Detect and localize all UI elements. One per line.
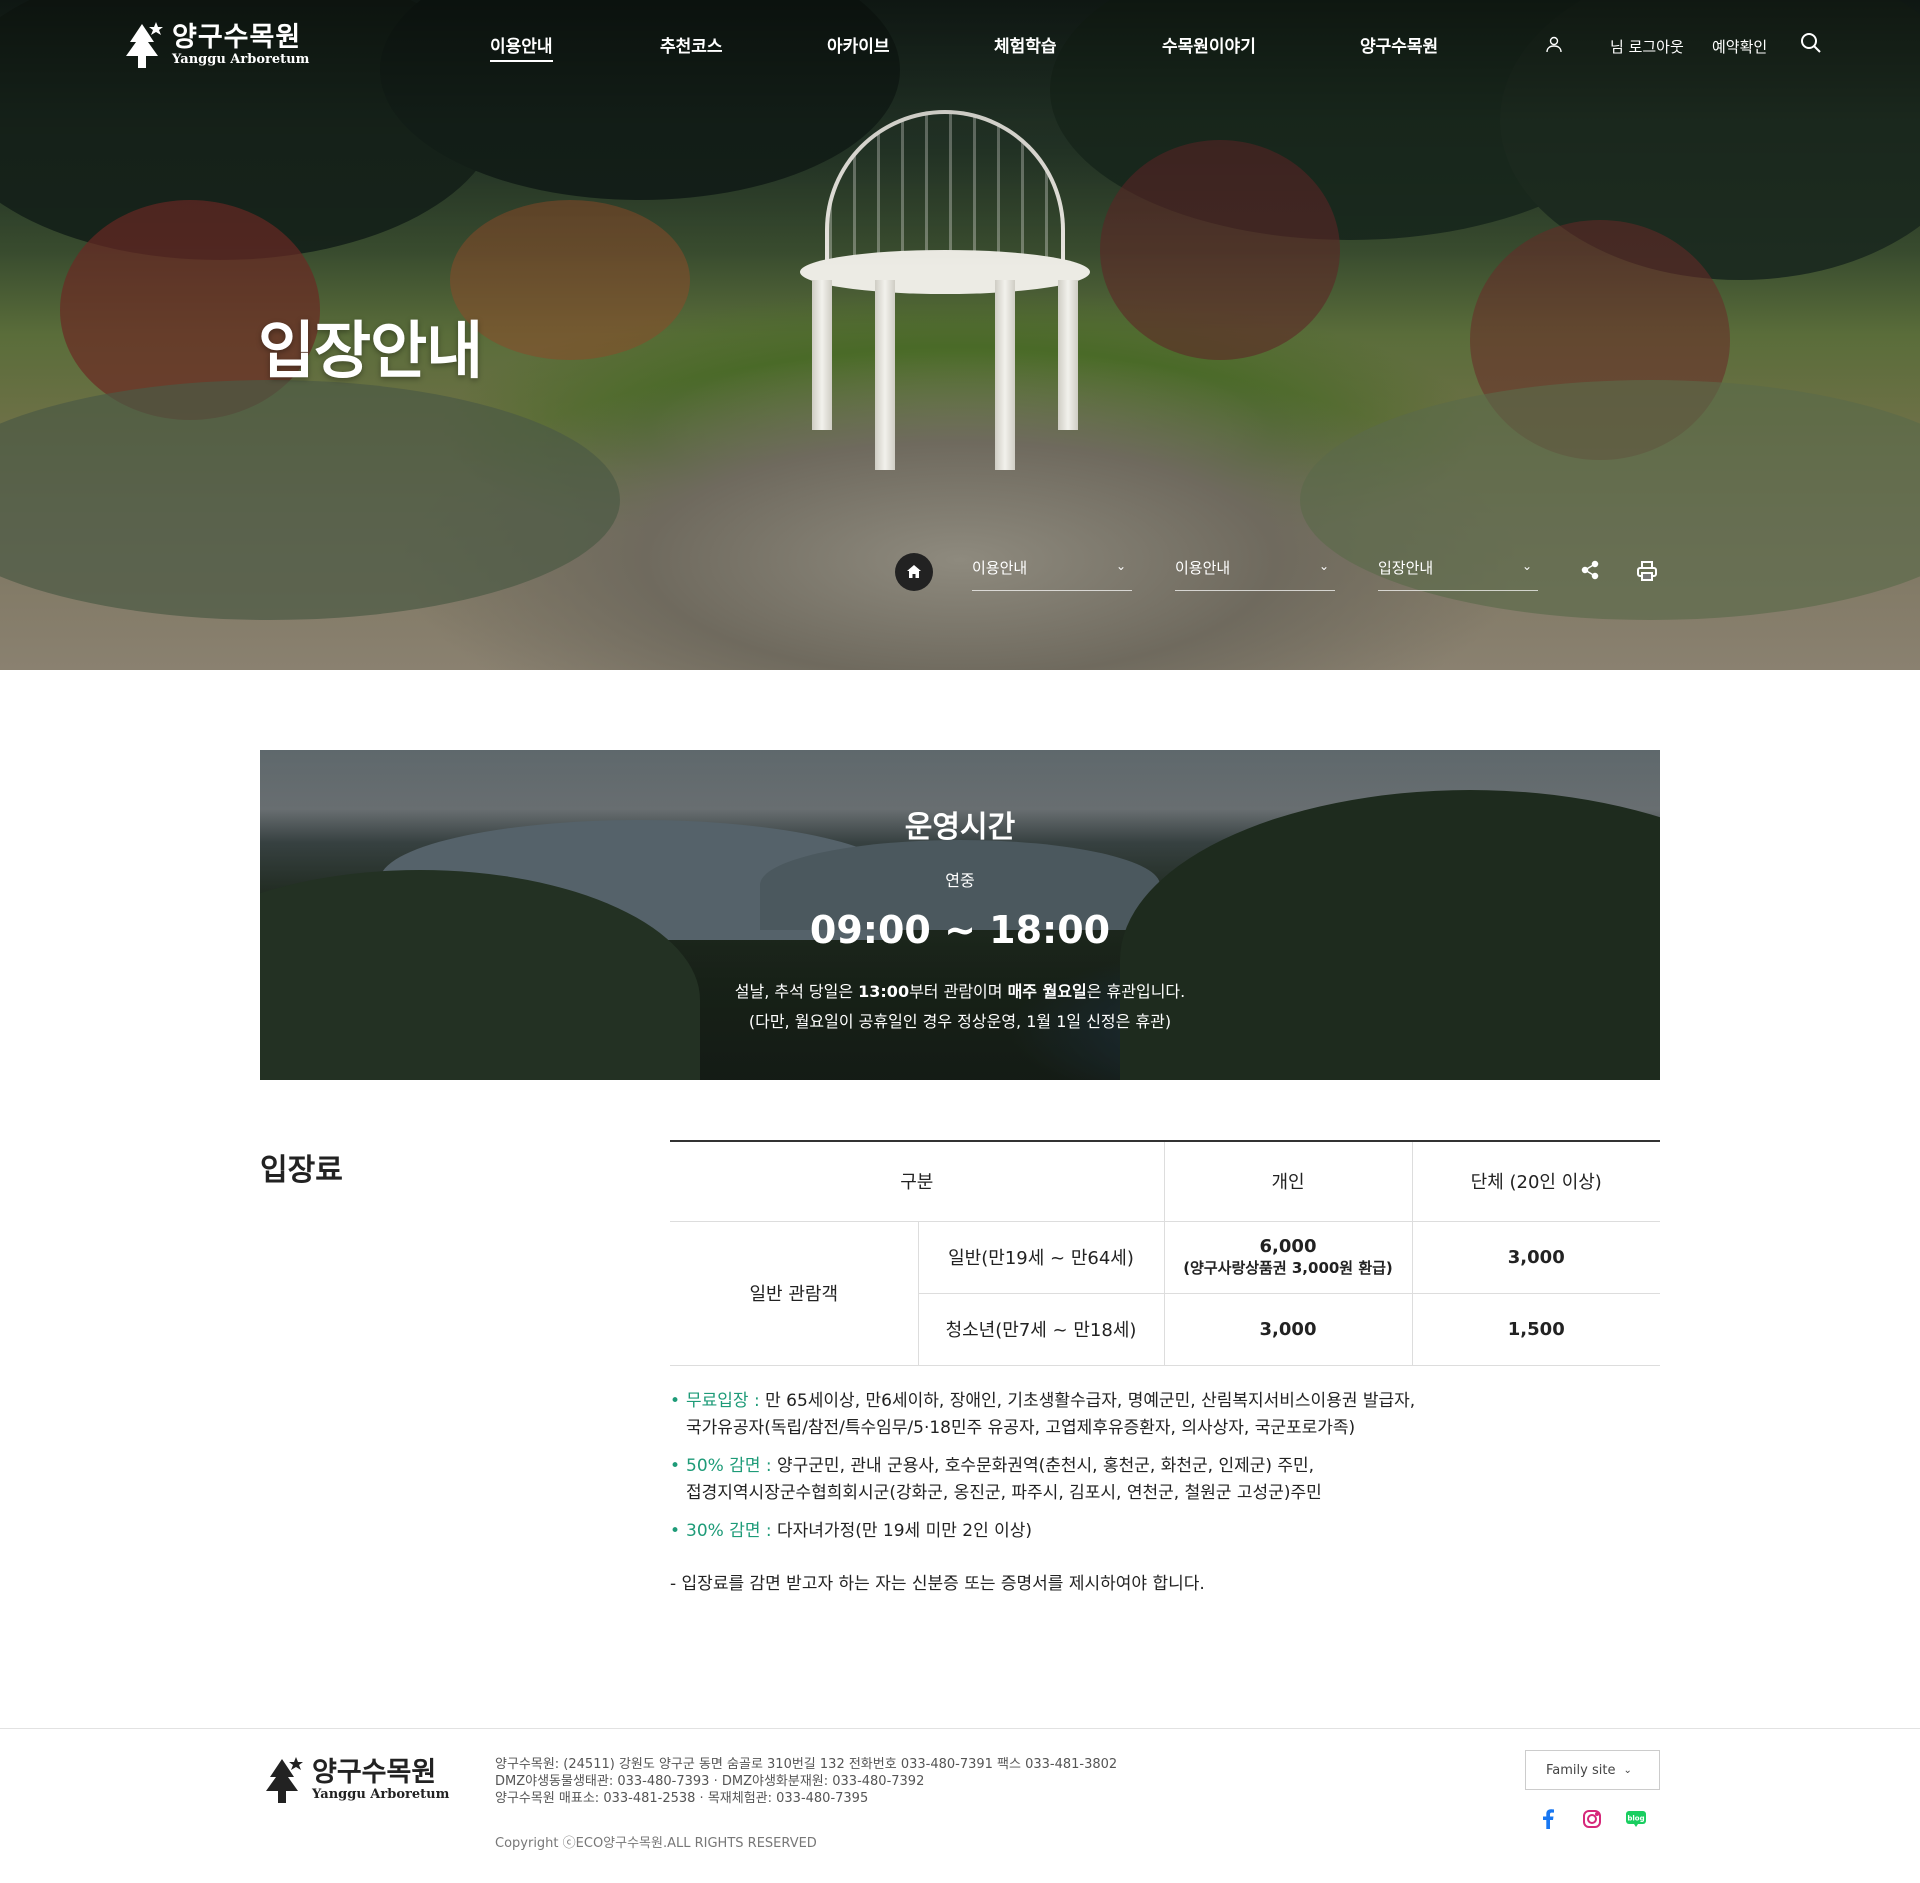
page-title: 입장안내	[258, 314, 483, 387]
hours-note-bold: 매주 월요일	[1007, 982, 1087, 1001]
fee-table: 구분 개인 단체 (20인 이상) 일반 관람객 일반(만19세 ~ 만64세)…	[670, 1140, 1660, 1366]
table-header-row: 구분 개인 단체 (20인 이상)	[670, 1140, 1660, 1222]
breadcrumb-label-2: 이용안내	[1175, 559, 1231, 577]
footer-logo-subtitle: Yanggu Arboretum	[312, 1786, 450, 1802]
table-cell-label: 청소년(만7세 ~ 만18세)	[918, 1292, 1165, 1366]
hours-note-exception: (다만, 월요일이 공휴일인 경우 정상운영, 1월 1일 신정은 휴관)	[748, 1012, 1172, 1031]
price-personal: 6,000	[1259, 1236, 1317, 1257]
menu-item-experience[interactable]: 체험학습	[994, 32, 1057, 57]
table-header-category: 구분	[670, 1140, 1165, 1222]
footer-info-line: DMZ야생동물생태관: 033-480-7393 · DMZ야생화분재원: 03…	[495, 1774, 925, 1789]
note-label: 무료입장 :	[686, 1391, 760, 1411]
breadcrumb-select-2[interactable]: 이용안내 ⌄	[1175, 557, 1335, 591]
bullet-icon: •	[670, 1521, 681, 1541]
menu-item-story[interactable]: 수목원이야기	[1162, 32, 1256, 57]
footer: 양구수목원 Yanggu Arboretum 양구수목원: (24511) 강원…	[0, 1728, 1920, 1883]
table-row: 일반 관람객 일반(만19세 ~ 만64세) 6,000 (양구사랑상품권 3,…	[670, 1220, 1660, 1366]
chevron-down-icon: ⌄	[1521, 559, 1532, 573]
family-site-label: Family site	[1546, 1762, 1616, 1778]
bullet-icon: •	[670, 1391, 681, 1411]
note-text: 양구군민, 관내 군용사, 호수문화권역(춘천시, 홍천군, 화천군, 인제군)…	[771, 1456, 1315, 1476]
reservation-link[interactable]: 예약확인	[1712, 36, 1767, 57]
user-icon[interactable]	[1545, 35, 1563, 57]
note-text-2: 국가유공자(독립/참전/특수임무/5·18민주 유공자, 고엽제후유증환자, 의…	[686, 1418, 1356, 1438]
footer-info-line: 양구수목원: (24511) 강원도 양구군 동면 숨골로 310번길 132 …	[495, 1757, 1118, 1772]
family-site-select[interactable]: Family site ⌄	[1525, 1750, 1660, 1790]
footer-logo-title: 양구수목원	[312, 1756, 437, 1788]
breadcrumb-label-3: 입장안내	[1378, 559, 1434, 577]
table-header-personal: 개인	[1163, 1140, 1413, 1222]
table-cell-group: 3,000	[1411, 1220, 1660, 1294]
price-personal-note: (양구사랑상품권 3,000원 환급)	[1183, 1259, 1393, 1277]
hours-title: 운영시간	[904, 810, 1016, 845]
note-footer: - 입장료를 감면 받고자 하는 자는 신분증 또는 증명서를 제시하여야 합니…	[670, 1574, 1205, 1594]
note-label: 30% 감면 :	[686, 1521, 772, 1541]
logo-title: 양구수목원	[172, 21, 302, 53]
logout-link[interactable]: 님 로그아웃	[1610, 36, 1684, 57]
copyright: Copyright ⓒECO양구수목원.ALL RIGHTS RESERVED	[495, 1836, 817, 1851]
top-navigation: 양구수목원 Yanggu Arboretum 이용안내 추천코스 아카이브 체험…	[0, 0, 1920, 90]
fee-section-title: 입장료	[260, 1153, 343, 1188]
operating-hours-banner: 운영시간 연중 09:00 ~ 18:00 설날, 추석 당일은 13:00부터…	[260, 750, 1660, 1080]
hours-season: 연중	[945, 871, 975, 890]
note-text-2: 접경지역시장군수협희회시군(강화군, 옹진군, 파주시, 김포시, 연천군, 철…	[686, 1483, 1322, 1503]
table-cell-personal: 6,000 (양구사랑상품권 3,000원 환급)	[1163, 1220, 1413, 1294]
menu-item-about[interactable]: 양구수목원	[1360, 32, 1438, 57]
list-item: • 50% 감면 : 양구군민, 관내 군용사, 호수문화권역(춘천시, 홍천군…	[670, 1453, 1670, 1507]
hours-note-text: 설날, 추석 당일은	[734, 982, 859, 1001]
chevron-down-icon: ⌄	[1318, 559, 1329, 573]
hours-note-text: 부터 관람이며	[909, 982, 1008, 1001]
fee-notes: • 무료입장 : 만 65세이상, 만6세이하, 장애인, 기초생활수급자, 명…	[670, 1388, 1670, 1598]
blog-icon-label: blog	[1627, 1815, 1644, 1823]
print-icon[interactable]	[1636, 560, 1658, 586]
home-icon[interactable]	[895, 553, 933, 591]
breadcrumb-select-1[interactable]: 이용안내 ⌄	[972, 557, 1132, 591]
footer-contact-info: 양구수목원: (24511) 강원도 양구군 동면 숨골로 310번길 132 …	[495, 1756, 1117, 1807]
logo-subtitle: Yanggu Arboretum	[172, 51, 310, 67]
note-label: 50% 감면 :	[686, 1456, 772, 1476]
table-cell-group: 1,500	[1411, 1292, 1660, 1366]
footer-logo[interactable]: 양구수목원 Yanggu Arboretum	[260, 1755, 449, 1805]
hours-time: 09:00 ~ 18:00	[809, 908, 1111, 952]
note-text: 만 65세이상, 만6세이하, 장애인, 기초생활수급자, 명예군민, 산림복지…	[759, 1391, 1416, 1411]
hours-note: 설날, 추석 당일은 13:00부터 관람이며 매주 월요일은 휴관입니다.	[260, 978, 1660, 1002]
menu-item-course[interactable]: 추천코스	[660, 32, 723, 57]
blog-icon[interactable]: blog	[1624, 1807, 1648, 1831]
share-icon[interactable]	[1580, 560, 1600, 584]
hours-note-text: 은 휴관입니다.	[1086, 982, 1186, 1001]
facebook-icon[interactable]	[1536, 1807, 1560, 1831]
table-header-group: 단체 (20인 이상)	[1411, 1140, 1660, 1222]
site-logo[interactable]: 양구수목원 Yanggu Arboretum	[120, 20, 309, 70]
table-cell-category: 일반 관람객	[670, 1220, 919, 1366]
chevron-down-icon: ⌄	[1623, 1764, 1632, 1776]
logo-tree-icon	[266, 1757, 303, 1803]
table-cell-label: 일반(만19세 ~ 만64세)	[917, 1220, 1165, 1294]
table-cell-personal: 3,000	[1163, 1292, 1413, 1366]
instagram-icon[interactable]	[1580, 1807, 1604, 1831]
chevron-down-icon: ⌄	[1115, 559, 1126, 573]
logo-tree-icon	[120, 20, 164, 70]
footer-info-line: 양구수목원 매표소: 033-481-2538 · 목재체험관: 033-480…	[495, 1791, 869, 1806]
note-text: 다자녀가정(만 19세 미만 2인 이상)	[771, 1521, 1033, 1541]
breadcrumb-select-3[interactable]: 입장안내 ⌄	[1378, 557, 1538, 591]
hours-note-bold: 13:00	[858, 982, 910, 1001]
search-icon[interactable]	[1800, 32, 1822, 58]
list-item: • 30% 감면 : 다자녀가정(만 19세 미만 2인 이상)	[670, 1518, 1670, 1545]
bullet-icon: •	[670, 1456, 681, 1476]
list-item: • 무료입장 : 만 65세이상, 만6세이하, 장애인, 기초생활수급자, 명…	[670, 1388, 1670, 1442]
menu-item-archive[interactable]: 아카이브	[827, 32, 890, 57]
breadcrumb-label-1: 이용안내	[972, 559, 1028, 577]
menu-item-guide[interactable]: 이용안내	[490, 32, 553, 62]
